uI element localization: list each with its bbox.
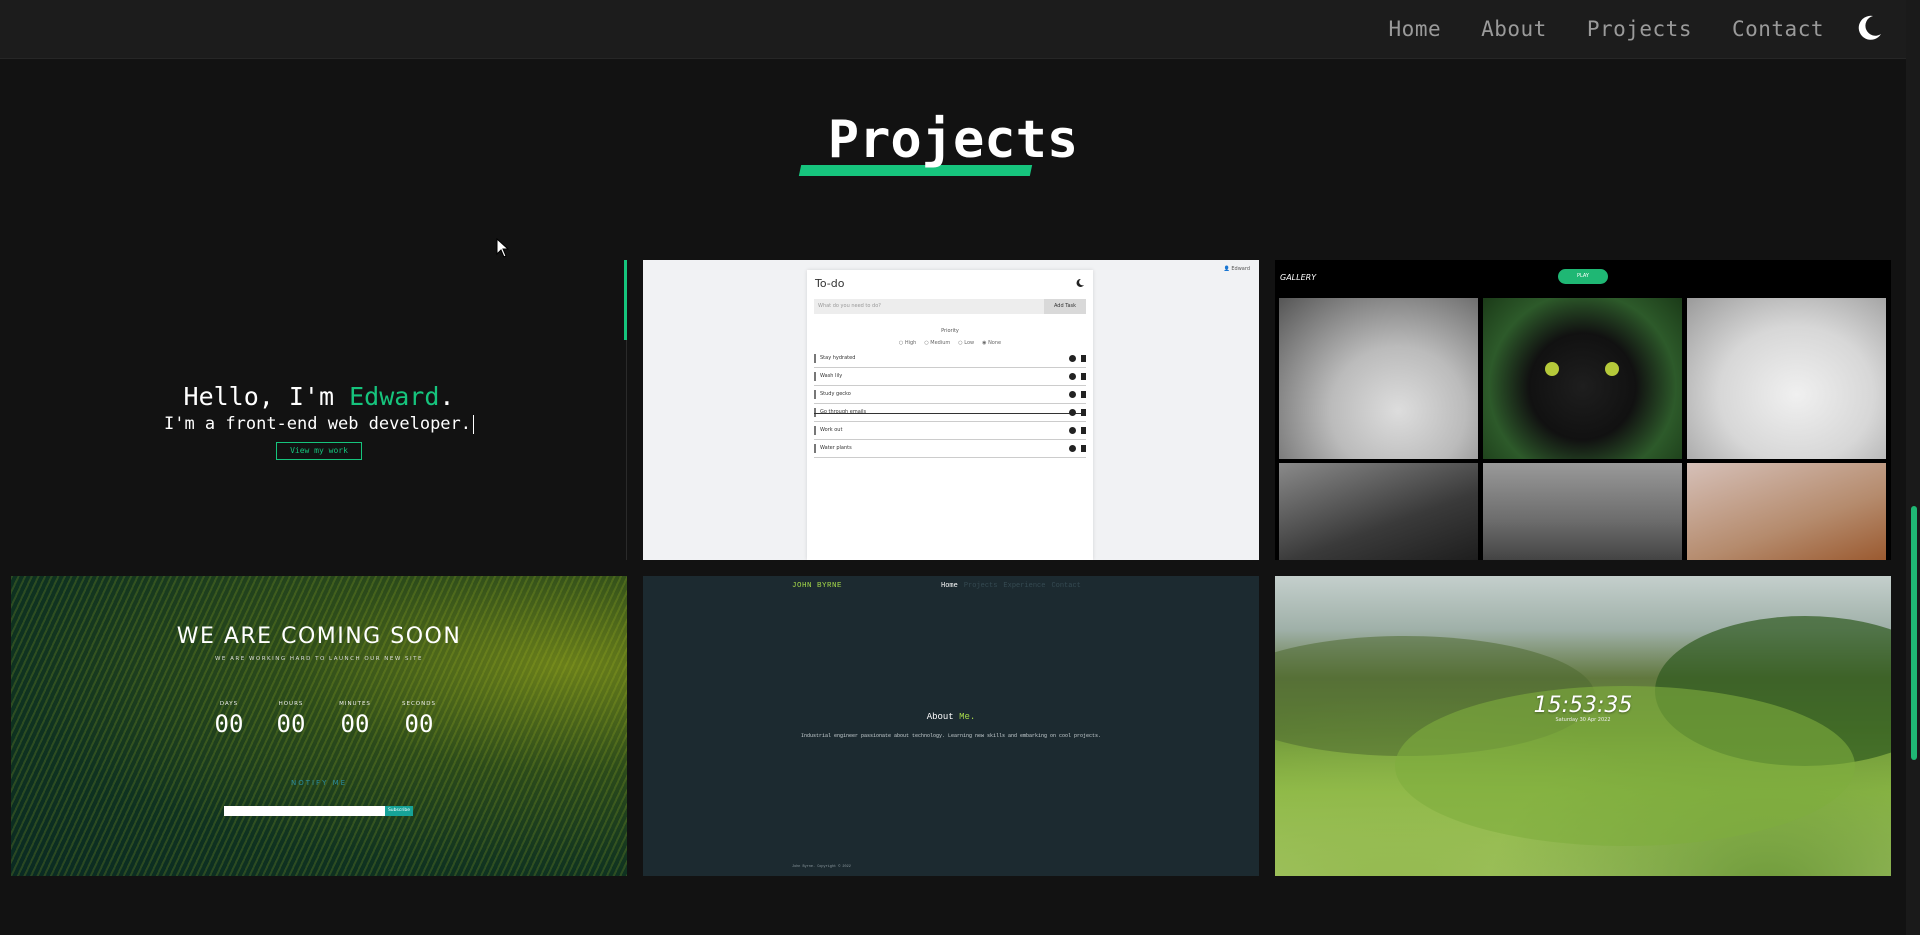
project-card-portfolio[interactable]: Hello, I'm Edward. I'm a front-end web d… (11, 260, 627, 560)
gallery-photo-cat-bw[interactable] (1279, 463, 1478, 560)
todo-title: To-do (815, 277, 845, 290)
task-item[interactable]: Work out (814, 423, 1086, 440)
check-icon[interactable] (1069, 355, 1076, 362)
typing-caret (473, 414, 475, 434)
task-text: Water plants (820, 445, 852, 451)
coming-soon-subtitle: WE ARE WORKING HARD TO LAUNCH OUR NEW SI… (214, 656, 424, 662)
mini-nav-projects[interactable]: Projects (964, 582, 998, 590)
moon-icon[interactable] (1854, 13, 1884, 43)
trash-icon[interactable] (1081, 391, 1086, 398)
task-item[interactable]: Go through emails (814, 405, 1086, 422)
subscribe-button[interactable]: Subscribe (385, 806, 413, 816)
cat-eye (1545, 362, 1559, 376)
scrollbar-thumb[interactable] (1911, 506, 1917, 760)
clock-time: 15:53:35 (1533, 693, 1633, 718)
project-card-todo[interactable]: 👤 Edward To-do What do you need to do? A… (643, 260, 1259, 560)
task-text: Stay hydrated (820, 355, 856, 361)
section-title: Projects (827, 110, 1079, 170)
accent-bar (624, 260, 627, 340)
priority-high[interactable]: High (899, 340, 917, 346)
cat-eye (1605, 362, 1619, 376)
gallery-photo-paws[interactable] (1279, 298, 1478, 459)
mouse-cursor-icon (496, 238, 510, 258)
hero-subtitle-text: I'm a front-end web developer. (163, 414, 472, 434)
trash-icon[interactable] (1081, 445, 1086, 452)
gallery-photo-cat-sink[interactable] (1687, 298, 1886, 459)
clock-date: Saturday 30 Apr 2022 (1555, 717, 1611, 723)
check-icon[interactable] (1069, 409, 1076, 416)
mini-nav: Home Projects Experience Contact (941, 582, 1081, 590)
nav-link-projects[interactable]: Projects (1587, 17, 1692, 41)
coming-soon-title: WE ARE COMING SOON (176, 624, 462, 649)
todo-panel: To-do What do you need to do? Add Task P… (807, 270, 1093, 560)
notify-label: NOTIFY ME (290, 779, 348, 787)
trash-icon[interactable] (1081, 427, 1086, 434)
task-text: Work out (820, 427, 843, 433)
task-text: Wash lily (820, 373, 843, 379)
navbar: Home About Projects Contact (0, 0, 1906, 59)
mini-nav-contact[interactable]: Contact (1051, 582, 1080, 590)
add-task-button[interactable]: Add Task (1044, 299, 1086, 314)
footer-text: John Byrne. Copyright © 2022 (792, 865, 851, 869)
greeting-name: Edward (349, 382, 440, 411)
priority-label: Priority (941, 328, 959, 334)
trash-icon[interactable] (1081, 409, 1086, 416)
about-heading: About Me. (926, 712, 976, 722)
todo-user-name: Edward (1231, 266, 1250, 272)
task-item[interactable]: Stay hydrated (814, 351, 1086, 368)
priority-none[interactable]: None (982, 340, 1001, 346)
check-icon[interactable] (1069, 427, 1076, 434)
todo-input[interactable]: What do you need to do? (814, 299, 1044, 314)
gallery-photo-cat-hat[interactable] (1483, 298, 1682, 459)
moon-icon[interactable] (1075, 278, 1085, 288)
countdown-hours: HOURS 00 (276, 701, 306, 738)
nav-link-about[interactable]: About (1481, 17, 1547, 41)
gallery-photo-orange-cat[interactable] (1687, 463, 1886, 560)
check-icon[interactable] (1069, 391, 1076, 398)
nav-link-home[interactable]: Home (1389, 17, 1442, 41)
greeting-prefix: Hello, I'm (183, 382, 350, 411)
email-field[interactable] (224, 806, 385, 816)
check-icon[interactable] (1069, 373, 1076, 380)
countdown-seconds: SECONDS 00 (402, 701, 436, 738)
task-text: Study gecko (820, 391, 851, 397)
mini-nav-home[interactable]: Home (941, 582, 958, 590)
countdown-days: DAYS 00 (214, 701, 244, 738)
trash-icon[interactable] (1081, 355, 1086, 362)
check-icon[interactable] (1069, 445, 1076, 452)
play-button[interactable]: PLAY (1558, 269, 1608, 284)
view-work-button[interactable]: View my work (276, 442, 362, 460)
gallery-title: GALLERY (1280, 273, 1317, 282)
hero-subtitle: I'm a front-end web developer. (11, 414, 627, 434)
priority-options: High Medium Low None (807, 340, 1093, 346)
project-card-clock[interactable]: 15:53:35 Saturday 30 Apr 2022 (1275, 576, 1891, 876)
task-text: Go through emails (820, 409, 867, 415)
task-item[interactable]: Wash lily (814, 369, 1086, 386)
divider (626, 340, 627, 560)
project-card-gallery[interactable]: GALLERY PLAY (1275, 260, 1891, 560)
greeting-suffix: . (439, 382, 455, 411)
project-card-john-byrne[interactable]: JOHN BYRNE Home Projects Experience Cont… (643, 576, 1259, 876)
priority-low[interactable]: Low (958, 340, 974, 346)
countdown-minutes: MINUTES 00 (339, 701, 371, 738)
task-item[interactable]: Study gecko (814, 387, 1086, 404)
todo-user: 👤 Edward (1223, 266, 1250, 272)
nav-link-contact[interactable]: Contact (1732, 17, 1824, 41)
nav-links: Home About Projects Contact (1389, 0, 1824, 58)
hero-greeting: Hello, I'm Edward. (11, 382, 627, 411)
brand-name: JOHN BYRNE (792, 582, 843, 590)
priority-medium[interactable]: Medium (924, 340, 950, 346)
project-card-coming-soon[interactable]: WE ARE COMING SOON WE ARE WORKING HARD T… (11, 576, 627, 876)
task-item[interactable]: Water plants (814, 441, 1086, 458)
about-text: Industrial engineer passionate about tec… (800, 733, 1102, 739)
mini-nav-experience[interactable]: Experience (1003, 582, 1045, 590)
trash-icon[interactable] (1081, 373, 1086, 380)
scrollbar-track[interactable] (1906, 0, 1920, 935)
gallery-photo-cats-water[interactable] (1483, 463, 1682, 560)
